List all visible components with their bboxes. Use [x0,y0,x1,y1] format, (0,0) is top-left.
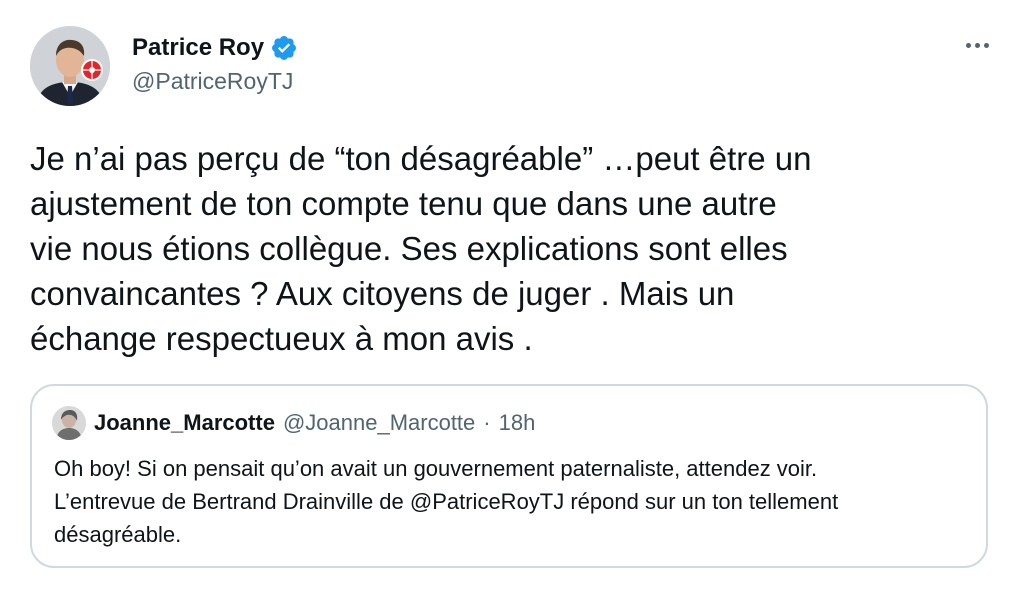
more-options-icon [974,42,980,48]
author-name-row: Patrice Roy [132,32,298,64]
cbc-radio-canada-logo [81,59,103,81]
more-options-icon [983,42,989,48]
tweet-card: Patrice Roy @PatriceRoyTJ Je n’ai pas pe… [0,0,1026,602]
quoted-tweet[interactable]: Joanne_Marcotte @Joanne_Marcotte · 18h O… [30,384,988,568]
quoted-author-avatar[interactable] [52,406,86,440]
author-avatar-image [30,26,110,106]
quoted-author-avatar-image [52,406,86,440]
quoted-author-name[interactable]: Joanne_Marcotte [94,410,275,436]
quoted-author-handle[interactable]: @Joanne_Marcotte [283,410,475,436]
separator-dot: · [483,410,491,435]
more-options-icon [965,42,971,48]
author-handle[interactable]: @PatriceRoyTJ [132,68,293,95]
verified-badge-icon [270,34,298,62]
quoted-tweet-text: Oh boy! Si on pensait qu’on avait un gou… [54,456,839,547]
quoted-tweet-header: Joanne_Marcotte @Joanne_Marcotte · 18h [52,406,535,440]
more-options-button[interactable] [955,30,999,60]
author-name[interactable]: Patrice Roy [132,34,264,62]
author-avatar[interactable] [30,26,110,106]
tweet-text: Je n’ai pas perçu de “ton désagréable” …… [30,140,812,357]
quoted-timestamp[interactable]: 18h [499,410,536,436]
